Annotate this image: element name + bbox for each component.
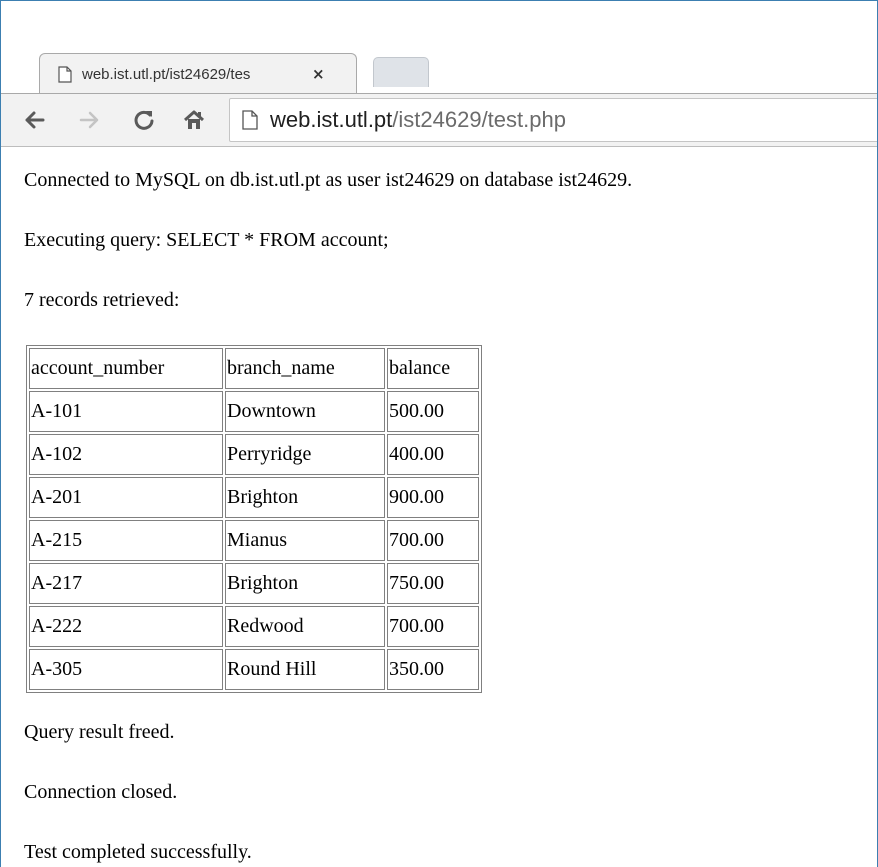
header-balance: balance [387,348,479,389]
table-row: A-215 Mianus 700.00 [29,520,479,561]
records-message: 7 records retrieved: [24,289,180,311]
home-icon[interactable] [179,104,209,136]
cell-balance: 750.00 [387,563,479,604]
tab-content: web.ist.utl.pt/ist24629/tes × [58,54,348,94]
cell-branch-name: Downtown [225,391,385,432]
cell-account-number: A-101 [29,391,223,432]
cell-branch-name: Brighton [225,563,385,604]
cell-branch-name: Round Hill [225,649,385,690]
tab-active[interactable]: web.ist.utl.pt/ist24629/tes × [39,53,357,93]
cell-branch-name: Mianus [225,520,385,561]
table-header-row: account_number branch_name balance [29,348,479,389]
cell-balance: 500.00 [387,391,479,432]
reload-icon[interactable] [129,104,159,136]
connection-closed-message: Connection closed. [24,781,178,803]
header-account-number: account_number [29,348,223,389]
address-bar[interactable]: web.ist.utl.pt/ist24629/test.php [229,98,877,142]
new-tab-button[interactable] [373,57,429,87]
url-host: web.ist.utl.pt [270,107,393,132]
query-message: Executing query: SELECT * FROM account; [24,229,389,251]
result-freed-message: Query result freed. [24,721,175,743]
cell-account-number: A-217 [29,563,223,604]
forward-arrow-icon[interactable] [75,104,105,136]
cell-account-number: A-215 [29,520,223,561]
table-row: A-305 Round Hill 350.00 [29,649,479,690]
cell-balance: 700.00 [387,520,479,561]
header-branch-name: branch_name [225,348,385,389]
account-table: account_number branch_name balance A-101… [26,345,482,693]
cell-account-number: A-102 [29,434,223,475]
tab-title: web.ist.utl.pt/ist24629/tes [82,65,251,83]
table-row: A-102 Perryridge 400.00 [29,434,479,475]
cell-balance: 400.00 [387,434,479,475]
cell-account-number: A-201 [29,477,223,518]
url-path: /ist24629/test.php [392,107,566,132]
browser-window: web.ist.utl.pt/ist24629/tes × web.ist.ut… [0,0,878,867]
page-icon [242,110,258,130]
cell-branch-name: Brighton [225,477,385,518]
table-row: A-222 Redwood 700.00 [29,606,479,647]
browser-toolbar: web.ist.utl.pt/ist24629/test.php [1,93,877,147]
cell-branch-name: Redwood [225,606,385,647]
back-arrow-icon[interactable] [19,104,49,136]
page-icon [58,65,72,83]
test-completed-message: Test completed successfully. [24,841,252,863]
table-row: A-217 Brighton 750.00 [29,563,479,604]
tab-strip: web.ist.utl.pt/ist24629/tes × [1,1,877,101]
cell-balance: 900.00 [387,477,479,518]
table-row: A-101 Downtown 500.00 [29,391,479,432]
cell-balance: 700.00 [387,606,479,647]
cell-branch-name: Perryridge [225,434,385,475]
connection-message: Connected to MySQL on db.ist.utl.pt as u… [24,169,633,191]
cell-balance: 350.00 [387,649,479,690]
tab-close-icon[interactable]: × [312,65,325,83]
table-row: A-201 Brighton 900.00 [29,477,479,518]
cell-account-number: A-222 [29,606,223,647]
cell-account-number: A-305 [29,649,223,690]
